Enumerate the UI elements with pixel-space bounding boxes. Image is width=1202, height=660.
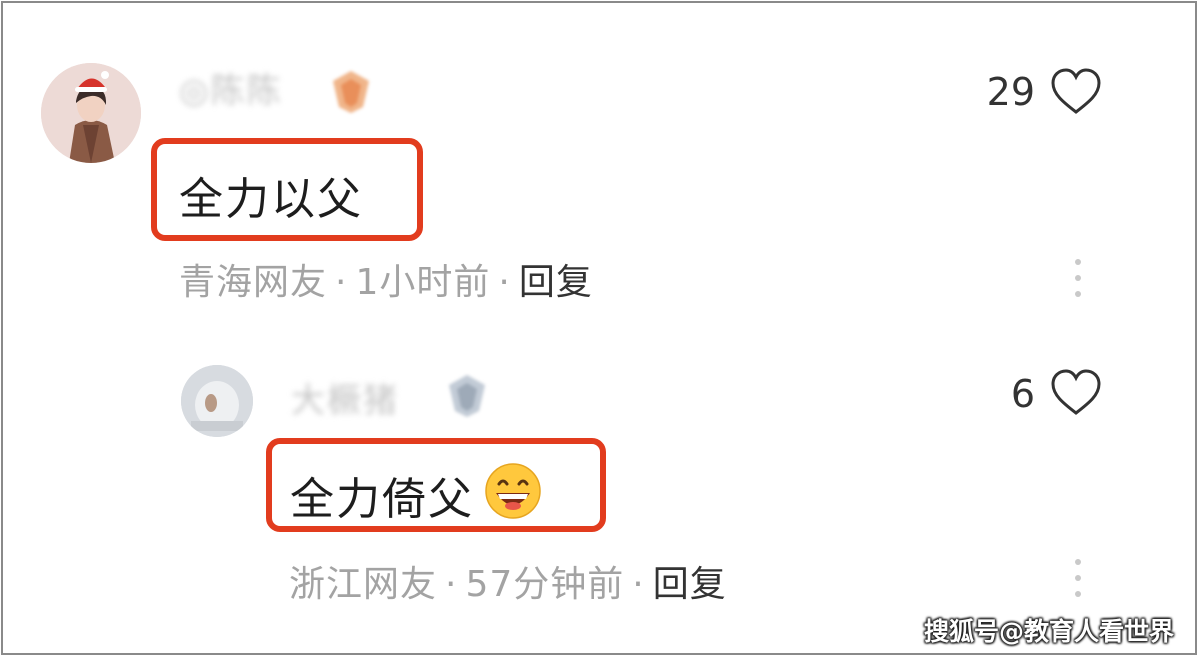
- avatar[interactable]: [181, 365, 253, 437]
- grinning-face-emoji: [485, 463, 541, 519]
- like-count: 6: [1010, 372, 1035, 416]
- level-badge-icon: [449, 375, 485, 417]
- comment-text: 全力以父: [179, 174, 363, 225]
- separator-dot: ·: [445, 564, 458, 605]
- like-count: 29: [986, 70, 1035, 114]
- comment-panel: ◎陈陈 29 全力以父 青海网友·1小时前·回复 大橛猪 6 全力倚父: [1, 1, 1197, 655]
- more-vertical-icon[interactable]: [1073, 559, 1083, 601]
- username[interactable]: ◎陈陈: [179, 63, 283, 112]
- reply-button[interactable]: 回复: [519, 262, 593, 303]
- avatar-illustration-icon: [181, 365, 253, 437]
- avatar-illustration-icon: [41, 63, 141, 163]
- comment-location: 青海网友: [179, 262, 328, 303]
- avatar[interactable]: [41, 63, 141, 163]
- comment-time: 1小时前: [355, 262, 491, 303]
- watermark: 搜狐号@教育人看世界: [923, 617, 1174, 646]
- heart-outline-icon[interactable]: [1049, 367, 1103, 417]
- separator-dot: ·: [632, 564, 645, 605]
- level-badge-icon: [333, 71, 369, 113]
- username[interactable]: 大橛猪: [291, 373, 399, 422]
- reply-button[interactable]: 回复: [653, 564, 727, 605]
- comment-meta: 浙江网友 · 57分钟前 · 回复: [289, 555, 727, 607]
- comment-location: 浙江网友: [289, 564, 438, 605]
- comment-meta: 青海网友 · 1小时前 · 回复: [179, 253, 593, 305]
- separator-dot: ·: [498, 262, 511, 303]
- heart-outline-icon[interactable]: [1049, 66, 1103, 116]
- comment-time: 57分钟前: [465, 564, 625, 605]
- comment-text: 全力倚父: [290, 474, 474, 525]
- more-vertical-icon[interactable]: [1073, 259, 1083, 301]
- separator-dot: ·: [335, 262, 348, 303]
